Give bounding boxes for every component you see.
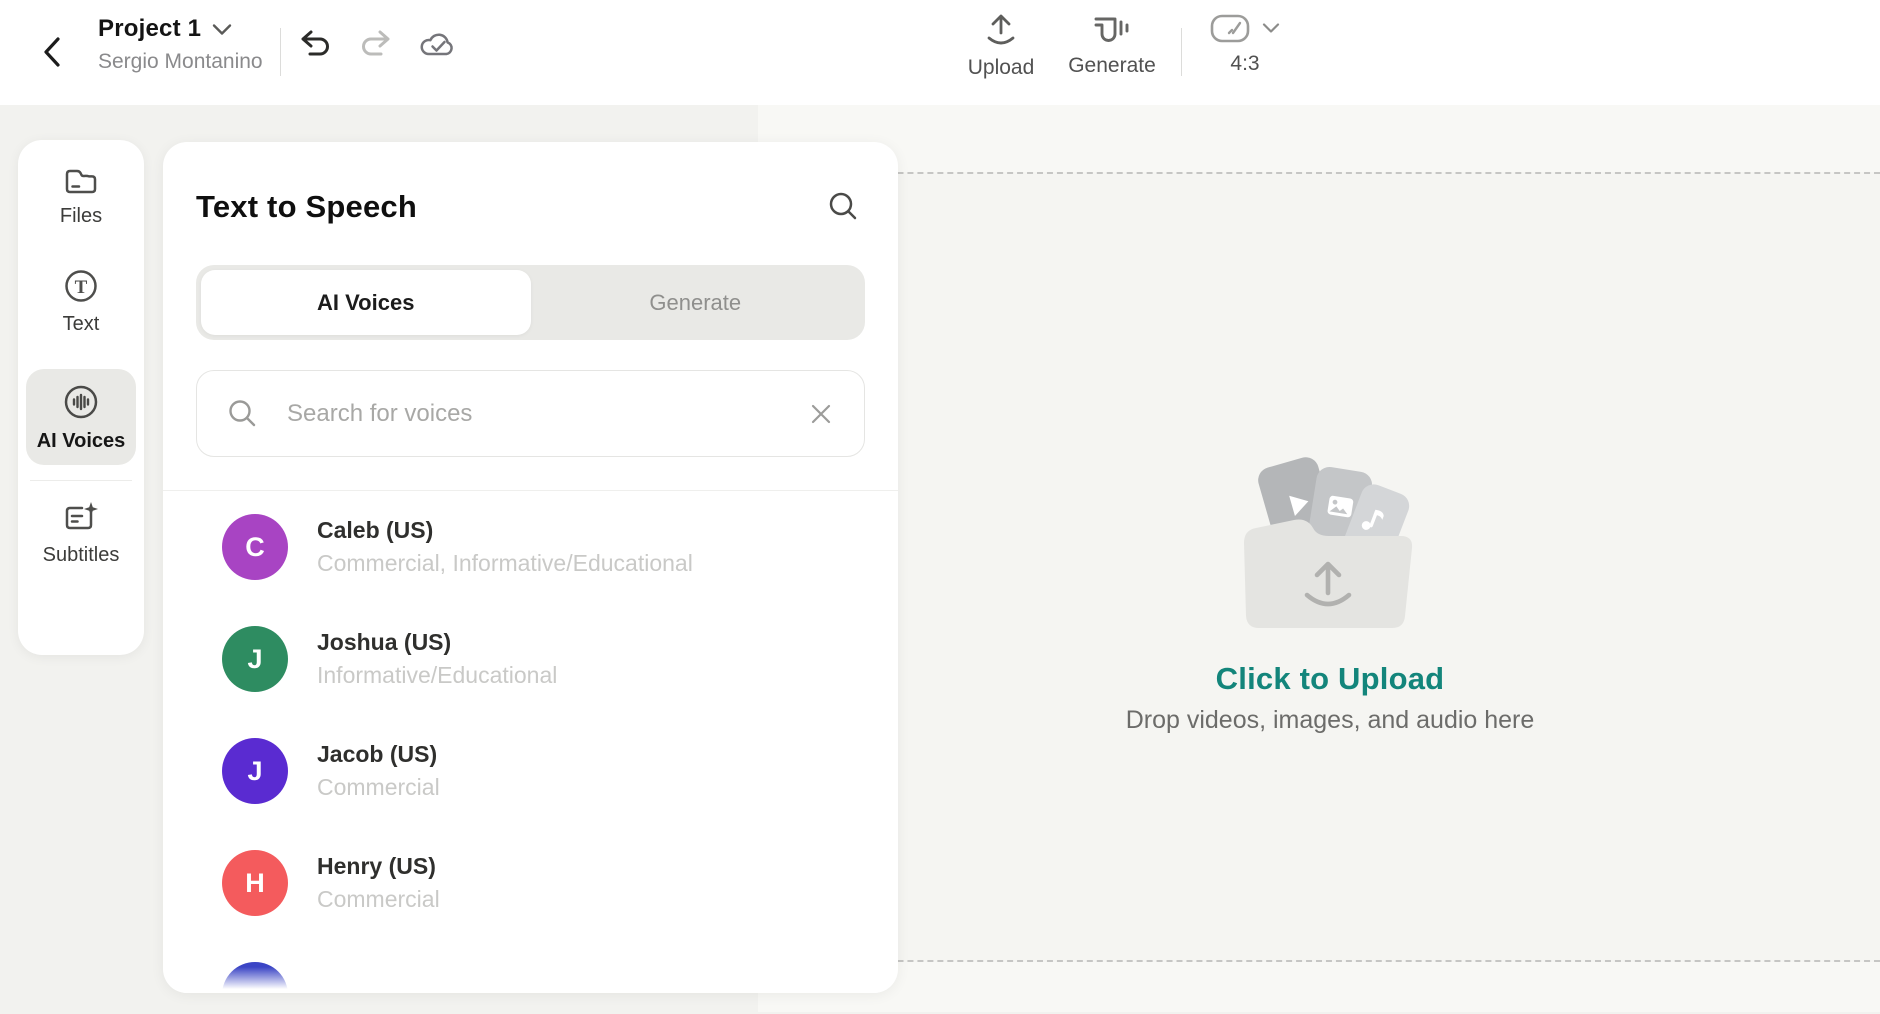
voice-row-partial[interactable] xyxy=(163,939,898,993)
undo-icon xyxy=(299,29,335,59)
aspect-ratio-selector[interactable]: 4:3 xyxy=(1202,12,1288,76)
voice-row-joshua[interactable]: J Joshua (US) Informative/Educational xyxy=(163,603,898,715)
editor-content: Click to Upload Drop videos, images, and… xyxy=(0,105,1880,1014)
upload-button[interactable]: Upload xyxy=(962,12,1040,80)
generate-button[interactable]: Generate xyxy=(1065,12,1159,78)
sidebar-item-label: Text xyxy=(63,313,100,336)
sidebar-item-files[interactable]: Files xyxy=(60,166,102,228)
voice-avatar: H xyxy=(222,850,288,916)
voice-row-henry[interactable]: H Henry (US) Commercial xyxy=(163,827,898,939)
sidebar-item-ai-voices[interactable]: AI Voices xyxy=(26,369,136,465)
canvas-ratio-icon xyxy=(1209,12,1253,44)
search-icon xyxy=(827,190,861,224)
upload-folder-illustration xyxy=(1224,445,1436,647)
sidebar-item-label: Subtitles xyxy=(43,544,120,567)
project-owner: Sergio Montanino xyxy=(98,50,263,74)
stage-outside-bottom xyxy=(758,962,1880,1012)
svg-text:T: T xyxy=(75,277,88,298)
cloud-sync-button[interactable] xyxy=(416,24,460,64)
voice-tags: Commercial, Informative/Educational xyxy=(317,550,693,577)
toolbar-divider xyxy=(1181,28,1182,76)
voice-tags: Informative/Educational xyxy=(317,662,557,689)
aspect-ratio-value: 4:3 xyxy=(1230,52,1259,76)
top-toolbar: Project 1 Sergio Montanino Upload xyxy=(0,0,1880,105)
upload-dropzone[interactable]: Click to Upload Drop videos, images, and… xyxy=(1030,445,1630,735)
close-icon xyxy=(810,403,832,425)
project-info: Project 1 Sergio Montanino xyxy=(98,15,263,74)
voice-name: Joshua (US) xyxy=(317,629,557,656)
upload-label: Upload xyxy=(968,56,1035,80)
folder-icon xyxy=(63,166,99,196)
voice-tags: Commercial xyxy=(317,774,440,801)
voice-tags: Commercial xyxy=(317,886,440,913)
voice-row-caleb[interactable]: C Caleb (US) Commercial, Informative/Edu… xyxy=(163,491,898,603)
back-button[interactable] xyxy=(40,26,74,78)
panel-title: Text to Speech xyxy=(196,189,417,225)
voice-search-box xyxy=(196,370,865,457)
text-icon: T xyxy=(63,268,99,304)
text-to-speech-panel: Text to Speech AI Voices Generate xyxy=(163,142,898,993)
redo-button[interactable] xyxy=(352,24,396,64)
sidebar-item-subtitles[interactable]: Subtitles xyxy=(43,501,120,567)
undo-button[interactable] xyxy=(295,24,339,64)
voice-name: Henry (US) xyxy=(317,853,440,880)
tab-generate[interactable]: Generate xyxy=(531,270,861,335)
voice-name: Jacob (US) xyxy=(317,741,440,768)
voice-avatar: J xyxy=(222,626,288,692)
sidebar-divider xyxy=(30,480,132,481)
voice-name: Caleb (US) xyxy=(317,517,693,544)
generate-label: Generate xyxy=(1068,54,1156,78)
panel-header: Text to Speech xyxy=(163,142,898,228)
chevron-down-icon xyxy=(211,23,233,36)
upload-zone-subtitle: Drop videos, images, and audio here xyxy=(1126,706,1535,735)
clear-search-button[interactable] xyxy=(808,401,834,427)
chevron-left-icon xyxy=(40,35,64,69)
voice-row-jacob[interactable]: J Jacob (US) Commercial xyxy=(163,715,898,827)
voice-waveform-icon xyxy=(62,383,100,421)
voices-tabbar: AI Voices Generate xyxy=(196,265,865,340)
voice-search-input[interactable] xyxy=(287,400,780,428)
panel-search-button[interactable] xyxy=(823,186,865,228)
chevron-down-icon xyxy=(1261,22,1281,34)
tools-sidebar: Files T Text AI Voices xyxy=(18,140,144,655)
voice-avatar: J xyxy=(222,738,288,804)
voice-avatar xyxy=(222,962,288,993)
voice-list: C Caleb (US) Commercial, Informative/Edu… xyxy=(163,491,898,993)
sidebar-item-label: Files xyxy=(60,205,102,228)
project-title: Project 1 xyxy=(98,15,201,43)
tab-ai-voices[interactable]: AI Voices xyxy=(201,270,531,335)
generate-icon xyxy=(1093,12,1131,46)
redo-icon xyxy=(356,29,392,59)
project-menu[interactable]: Project 1 xyxy=(98,15,263,43)
toolbar-divider xyxy=(280,28,281,76)
subtitles-sparkle-icon xyxy=(62,501,100,535)
search-icon xyxy=(227,398,259,430)
upload-zone-title[interactable]: Click to Upload xyxy=(1216,661,1445,697)
stage-outside-top xyxy=(758,105,1880,172)
sidebar-item-label: AI Voices xyxy=(37,430,126,453)
voice-avatar: C xyxy=(222,514,288,580)
sidebar-item-text[interactable]: T Text xyxy=(63,268,100,336)
cloud-check-icon xyxy=(418,28,458,60)
upload-icon xyxy=(984,12,1018,48)
